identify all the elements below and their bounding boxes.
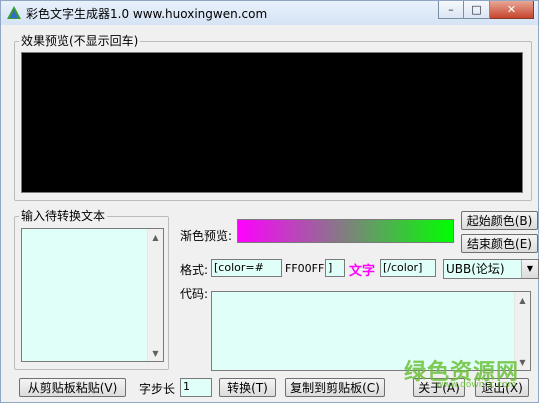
gradient-label: 渐色预览: (180, 229, 233, 243)
preview-area (21, 52, 523, 193)
scroll-up-icon[interactable]: ▲ (148, 229, 163, 245)
input-textarea[interactable]: ▲ ▼ (21, 228, 164, 362)
step-input[interactable]: 1 (180, 378, 212, 397)
format-bracket-field[interactable]: ] (325, 259, 345, 277)
minimize-button[interactable]: – (438, 1, 464, 19)
input-scrollbar[interactable]: ▲ ▼ (147, 229, 163, 361)
convert-button[interactable]: 转换(T) (219, 378, 276, 397)
maximize-button[interactable]: □ (464, 1, 490, 19)
preview-legend: 效果预览(不显示回车) (21, 34, 139, 48)
format-label: 格式: (180, 263, 209, 277)
title-bar[interactable]: 彩色文字生成器1.0 www.huoxingwen.com – □ ✕ (1, 1, 538, 25)
watermark-url: www.downcc.com (436, 380, 517, 390)
format-suffix-field[interactable]: [/color] (380, 259, 436, 277)
start-color-button[interactable]: 起始颜色(B) (461, 211, 538, 230)
paste-from-clipboard-button[interactable]: 从剪贴板粘贴(V) (19, 378, 126, 397)
format-prefix-field[interactable]: [color=# (211, 259, 282, 277)
app-icon (7, 6, 21, 19)
scroll-up-icon[interactable]: ▲ (515, 292, 530, 308)
input-legend: 输入待转换文本 (21, 209, 106, 223)
chevron-down-icon[interactable]: ▼ (521, 260, 538, 278)
close-button[interactable]: ✕ (490, 1, 534, 19)
color-code-text: FF00FF (285, 262, 325, 275)
scroll-down-icon[interactable]: ▼ (148, 345, 163, 361)
window-controls: – □ ✕ (438, 1, 534, 19)
step-label: 字步长 (139, 382, 176, 396)
app-window: 彩色文字生成器1.0 www.huoxingwen.com – □ ✕ 效果预览… (0, 0, 539, 403)
format-mode-select[interactable]: UBB(论坛) ▼ (443, 259, 539, 279)
watermark: 绿色资源网 www.downcc.com (392, 346, 532, 400)
gradient-preview-bar (237, 219, 454, 243)
format-mode-value: UBB(论坛) (446, 262, 505, 276)
copy-to-clipboard-button[interactable]: 复制到剪贴板(C) (285, 378, 385, 397)
end-color-button[interactable]: 结束颜色(E) (461, 234, 538, 253)
window-title: 彩色文字生成器1.0 www.huoxingwen.com (26, 7, 268, 21)
code-label: 代码: (180, 287, 209, 301)
sample-text: 文字 (349, 264, 376, 279)
